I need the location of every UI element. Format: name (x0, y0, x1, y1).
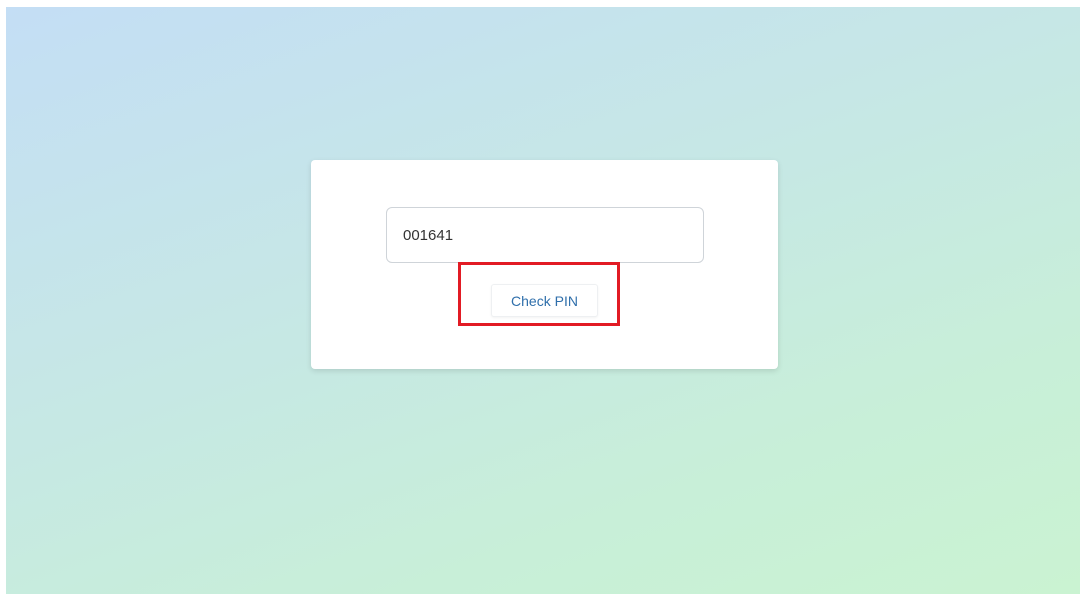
pin-input[interactable] (386, 207, 704, 263)
pin-card: Check PIN (311, 160, 778, 369)
page-background: Check PIN (6, 7, 1080, 594)
check-pin-button[interactable]: Check PIN (491, 284, 598, 317)
